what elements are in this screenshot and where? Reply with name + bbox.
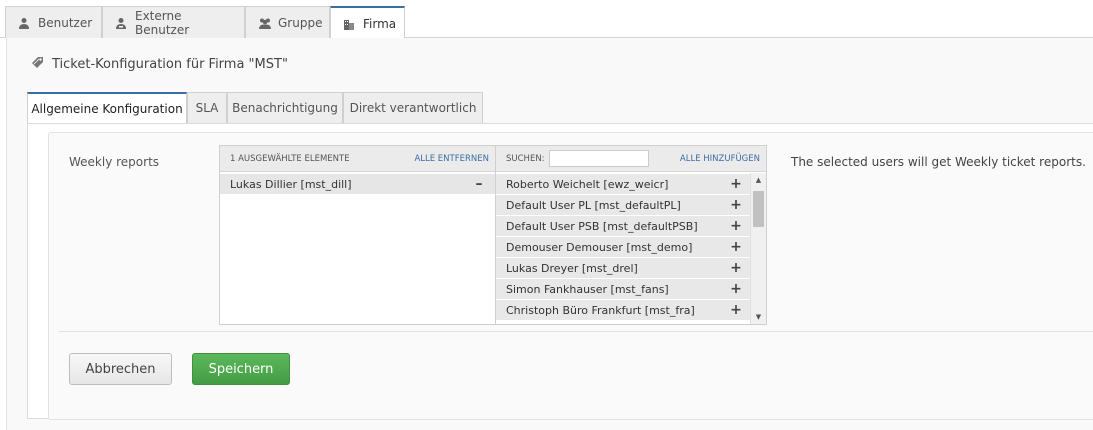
add-icon[interactable]: + (730, 239, 742, 255)
save-button[interactable]: Speichern (192, 353, 290, 385)
list-item-label: Default User PL [mst_defaultPL] (506, 198, 681, 212)
tab-gruppe[interactable]: Gruppe (245, 6, 330, 38)
page-title: Ticket-Konfiguration für Firma "MST" (31, 56, 288, 73)
selected-count: 1 ausgewählte Elemente (230, 153, 350, 164)
available-header: Suchen: Alle hinzufügen (496, 146, 766, 172)
available-list: Suchen: Alle hinzufügen Roberto Weichelt… (496, 146, 766, 324)
list-item[interactable]: Roberto Weichelt [ewz_weicr] + (496, 174, 750, 194)
page-title-text: Ticket-Konfiguration für Firma "MST" (52, 57, 288, 72)
multiselect-widget: 1 ausgewählte Elemente Alle entfernen Lu… (219, 145, 767, 325)
user-icon (18, 17, 30, 29)
list-item-label: Lukas Dreyer [mst_drel] (506, 261, 638, 275)
search-input[interactable] (548, 150, 649, 167)
list-item-label: Default User PSB [mst_defaultPSB] (506, 219, 698, 233)
tab-content: Weekly reports 1 ausgewählte Elemente Al… (27, 123, 1093, 420)
tab-externe-benutzer[interactable]: Externe Benutzer (102, 6, 245, 38)
available-items: Roberto Weichelt [ewz_weicr] + Default U… (496, 173, 750, 320)
tab-label: Externe Benutzer (135, 8, 190, 37)
divider (59, 331, 1093, 332)
list-item[interactable]: Lukas Dreyer [mst_drel] + (496, 258, 750, 278)
cancel-button[interactable]: Abbrechen (69, 353, 172, 385)
remove-icon[interactable]: – (473, 176, 485, 192)
list-item[interactable]: Demouser Demouser [mst_demo] + (496, 237, 750, 257)
tab-label: Benutzer (38, 15, 93, 30)
add-icon[interactable]: + (730, 176, 742, 192)
main-panel: Ticket-Konfiguration für Firma "MST" All… (6, 38, 1093, 430)
tab-label: Gruppe (278, 15, 323, 30)
search-area: Suchen: (506, 150, 649, 167)
selected-list: 1 ausgewählte Elemente Alle entfernen Lu… (220, 146, 496, 324)
add-icon[interactable]: + (730, 281, 742, 297)
tab-sla[interactable]: SLA (187, 92, 227, 123)
selected-item-label: Lukas Dillier [mst_dill] (230, 177, 352, 191)
list-item[interactable]: Christoph Büro Frankfurt [mst_fra] + (496, 300, 750, 320)
add-all-link[interactable]: Alle hinzufügen (680, 154, 760, 164)
add-icon[interactable]: + (730, 197, 742, 213)
list-item[interactable]: Default User PSB [mst_defaultPSB] + (496, 216, 750, 236)
add-icon[interactable]: + (730, 218, 742, 234)
scroll-down-icon[interactable]: ▼ (751, 310, 766, 324)
search-label: Suchen: (506, 153, 545, 164)
add-icon[interactable]: + (730, 260, 742, 276)
tab-benachrichtigung[interactable]: Benachrichtigung (227, 92, 343, 123)
weekly-reports-label: Weekly reports (69, 155, 160, 169)
form-box: Weekly reports 1 ausgewählte Elemente Al… (48, 132, 1093, 420)
tab-label: Firma (363, 16, 397, 31)
list-item-label: Roberto Weichelt [ewz_weicr] (506, 177, 669, 191)
group-icon (258, 17, 271, 29)
scroll-thumb[interactable] (753, 191, 764, 227)
tab-firma[interactable]: Firma (330, 6, 405, 39)
list-item-label: Demouser Demouser [mst_demo] (506, 240, 693, 254)
tab-benutzer[interactable]: Benutzer (5, 6, 102, 38)
scroll-up-icon[interactable]: ▲ (751, 173, 766, 187)
tab-allgemeine-konfiguration[interactable]: Allgemeine Konfiguration (27, 92, 187, 124)
tab-direkt-verantwortlich[interactable]: Direkt verantwortlich (343, 92, 483, 123)
building-icon (343, 18, 355, 30)
tag-icon (31, 56, 44, 73)
list-scrollbar[interactable]: ▲ ▼ (750, 173, 766, 324)
help-text: The selected users will get Weekly ticke… (791, 155, 1086, 169)
selected-item[interactable]: Lukas Dillier [mst_dill] – (220, 174, 495, 194)
list-item[interactable]: Default User PL [mst_defaultPL] + (496, 195, 750, 215)
remove-all-link[interactable]: Alle entfernen (414, 154, 489, 164)
add-icon[interactable]: + (730, 302, 742, 318)
external-user-icon (115, 17, 127, 29)
list-item[interactable]: Simon Fankhauser [mst_fans] + (496, 279, 750, 299)
list-item-label: Christoph Büro Frankfurt [mst_fra] (506, 303, 695, 317)
selected-header: 1 ausgewählte Elemente Alle entfernen (220, 146, 495, 172)
top-tab-bar: Benutzer Externe Benutzer Gruppe Firma (0, 0, 1093, 39)
list-item-label: Simon Fankhauser [mst_fans] (506, 282, 669, 296)
